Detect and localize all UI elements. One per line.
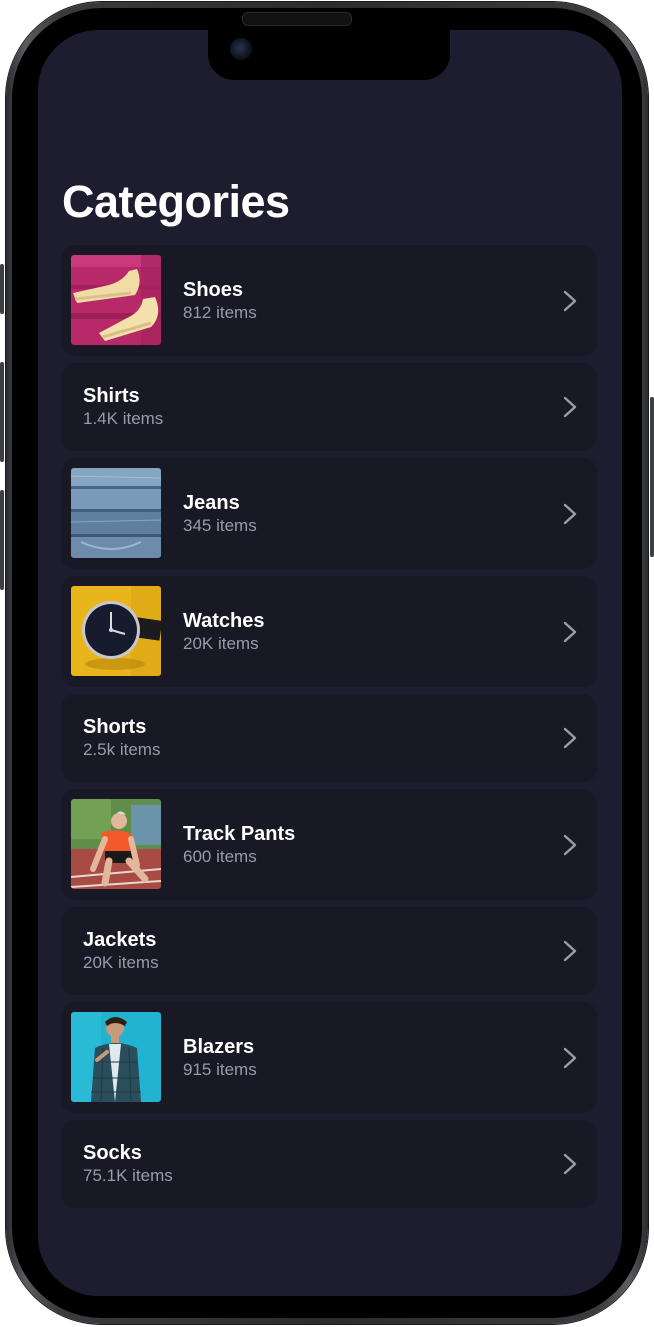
- speaker-grille: [242, 12, 352, 26]
- chevron-right-icon: [563, 621, 577, 642]
- category-count: 20K items: [83, 953, 159, 972]
- category-name: Shorts: [83, 716, 147, 738]
- category-name: Socks: [83, 1142, 142, 1164]
- category-count: 2.5k items: [83, 740, 161, 759]
- power-button: [650, 397, 654, 557]
- category-row-jackets[interactable]: Jackets 20K items: [61, 907, 597, 995]
- category-row-jeans[interactable]: Jeans 345 items: [61, 458, 597, 569]
- category-name: Jackets: [83, 929, 157, 951]
- shoes-image: [71, 255, 161, 345]
- chevron-right-icon: [563, 396, 577, 418]
- category-text: Blazers 915 items: [183, 1035, 257, 1081]
- blazer-image: [71, 1012, 161, 1102]
- category-count: 915 items: [183, 1059, 257, 1079]
- app-screen: Categories Shoes 812 items Shirts 1.4K i…: [38, 30, 622, 1296]
- chevron-right-icon: [563, 940, 577, 962]
- chevron-right-icon: [563, 503, 577, 524]
- category-name: Watches: [183, 609, 265, 632]
- page-title: Categories: [62, 176, 290, 227]
- category-row-shorts[interactable]: Shorts 2.5k items: [61, 694, 597, 782]
- category-count: 345 items: [183, 515, 257, 535]
- category-list: Shoes 812 items Shirts 1.4K items Jeans …: [61, 245, 597, 1215]
- category-count: 75.1K items: [83, 1166, 173, 1185]
- category-count: 600 items: [183, 846, 257, 866]
- category-name: Track Pants: [183, 822, 296, 845]
- volume-down-button: [0, 490, 4, 590]
- chevron-right-icon: [563, 290, 577, 311]
- category-row-shirts[interactable]: Shirts 1.4K items: [61, 363, 597, 451]
- front-camera: [230, 38, 252, 60]
- chevron-right-icon: [563, 727, 577, 749]
- category-row-track-pants[interactable]: Track Pants 600 items: [61, 789, 597, 900]
- category-name: Shirts: [83, 385, 140, 407]
- category-text: Track Pants 600 items: [183, 822, 295, 868]
- category-text: Watches 20K items: [183, 609, 265, 655]
- category-row-socks[interactable]: Socks 75.1K items: [61, 1120, 597, 1208]
- chevron-right-icon: [563, 1153, 577, 1175]
- category-row-blazers[interactable]: Blazers 915 items: [61, 1002, 597, 1113]
- chevron-right-icon: [563, 834, 577, 855]
- category-count: 812 items: [183, 302, 257, 322]
- category-count: 1.4K items: [83, 409, 164, 428]
- category-text: Shirts 1.4K items: [83, 384, 163, 430]
- watch-image: [71, 586, 161, 676]
- category-name: Jeans: [183, 491, 240, 514]
- category-name: Shoes: [183, 278, 244, 301]
- notch: [208, 30, 450, 80]
- category-count: 20K items: [183, 633, 259, 653]
- volume-up-button: [0, 362, 4, 462]
- category-text: Shoes 812 items: [183, 278, 257, 324]
- category-text: Shorts 2.5k items: [83, 715, 160, 761]
- category-row-watches[interactable]: Watches 20K items: [61, 576, 597, 687]
- category-name: Blazers: [183, 1035, 255, 1058]
- action-button: [0, 264, 4, 314]
- runner-image: [71, 799, 161, 889]
- category-text: Jackets 20K items: [83, 928, 159, 974]
- jeans-image: [71, 468, 161, 558]
- category-row-shoes[interactable]: Shoes 812 items: [61, 245, 597, 356]
- category-text: Socks 75.1K items: [83, 1141, 173, 1187]
- chevron-right-icon: [563, 1047, 577, 1068]
- category-text: Jeans 345 items: [183, 491, 257, 537]
